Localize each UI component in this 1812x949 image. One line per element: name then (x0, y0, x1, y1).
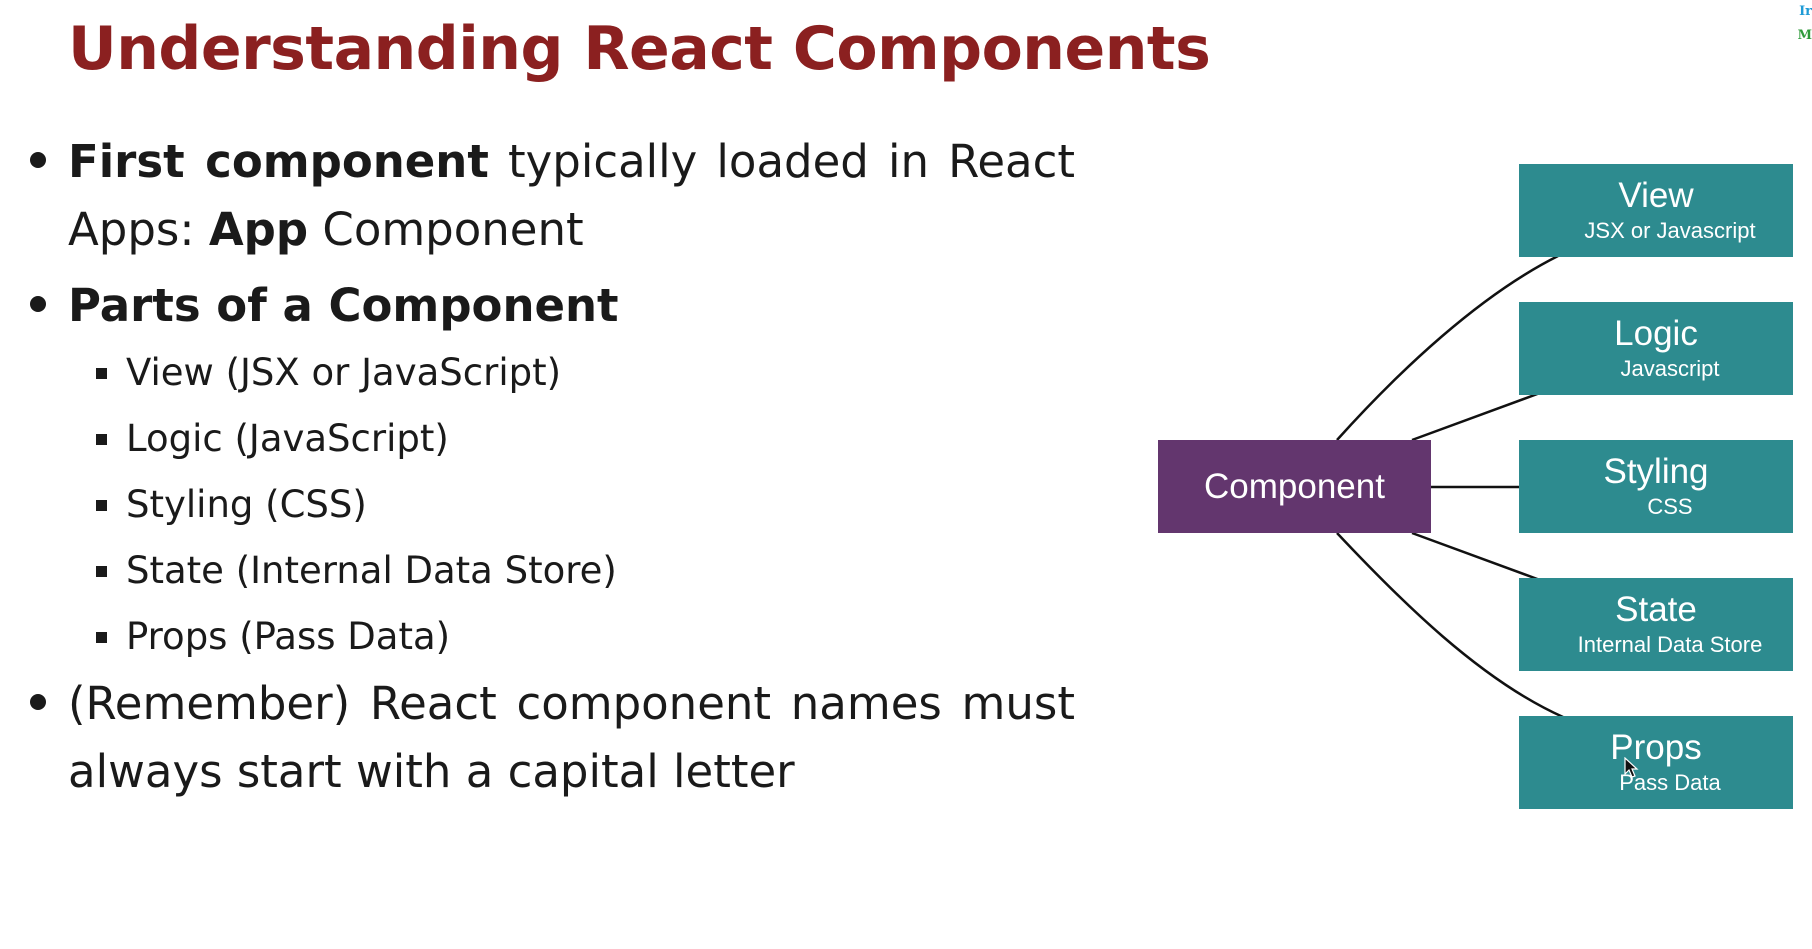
sub-bullet-item: Styling (CSS) (30, 472, 1075, 538)
sub-bullet-item: State (Internal Data Store) (30, 538, 1075, 604)
box-title: Logic (1614, 313, 1698, 353)
sub-bullet-item: Logic (JavaScript) (30, 406, 1075, 472)
view-box: View JSX or Javascript (1519, 164, 1793, 257)
sub-bullet-item: Props (Pass Data) (30, 604, 1075, 670)
sub-bullet-text: Styling (CSS) (126, 483, 367, 526)
bullet-text: (Remember) React component names must al… (68, 677, 1075, 798)
slide-title: Understanding React Components (68, 14, 1211, 84)
bullet-bold-text: First component (68, 135, 489, 188)
sub-bullet-text: State (Internal Data Store) (126, 549, 617, 592)
bullet-text: Component (308, 203, 584, 256)
bullet-bold-text: Parts of a Component (68, 279, 619, 332)
box-subtitle: CSS (1647, 493, 1693, 519)
sub-bullet-text: View (JSX or JavaScript) (126, 351, 562, 394)
sub-bullet-text: Props (Pass Data) (126, 615, 451, 658)
component-box: Component (1158, 440, 1431, 533)
logic-box: Logic Javascript (1519, 302, 1793, 395)
square-bullet-icon (96, 566, 107, 577)
bullet-parts-heading: Parts of a Component (30, 272, 1075, 340)
bullet-bold-text: App (208, 203, 309, 256)
bullet-remember: (Remember) React component names must al… (30, 670, 1075, 806)
square-bullet-icon (96, 368, 107, 379)
square-bullet-icon (96, 632, 107, 643)
bullet-first-component: First component typically loaded in Reac… (30, 128, 1075, 264)
bullet-list: First component typically loaded in Reac… (30, 128, 1075, 806)
parts-sublist: View (JSX or JavaScript) Logic (JavaScri… (30, 340, 1075, 670)
connector-state (1411, 531, 1541, 582)
box-subtitle: JSX or Javascript (1584, 217, 1756, 243)
mouse-pointer-icon (1624, 757, 1639, 778)
corner-tag-bottom: M (1797, 28, 1812, 43)
box-title: Styling (1603, 451, 1709, 491)
component-box-label: Component (1204, 466, 1385, 506)
bullet-dot-icon (30, 152, 46, 168)
styling-box: Styling CSS (1519, 440, 1793, 533)
connector-logic (1411, 391, 1541, 442)
props-box: Props Pass Data (1519, 716, 1793, 809)
sub-bullet-text: Logic (JavaScript) (126, 417, 449, 460)
box-title: View (1618, 175, 1694, 215)
bullet-dot-icon (30, 694, 46, 710)
sub-bullet-item: View (JSX or JavaScript) (30, 340, 1075, 406)
box-title: State (1615, 589, 1697, 629)
box-subtitle: Internal Data Store (1577, 631, 1763, 657)
corner-tag-top: Ir (1799, 4, 1812, 19)
state-box: State Internal Data Store (1519, 578, 1793, 671)
square-bullet-icon (96, 434, 107, 445)
square-bullet-icon (96, 500, 107, 511)
bullet-dot-icon (30, 296, 46, 312)
box-subtitle: Javascript (1620, 355, 1720, 381)
